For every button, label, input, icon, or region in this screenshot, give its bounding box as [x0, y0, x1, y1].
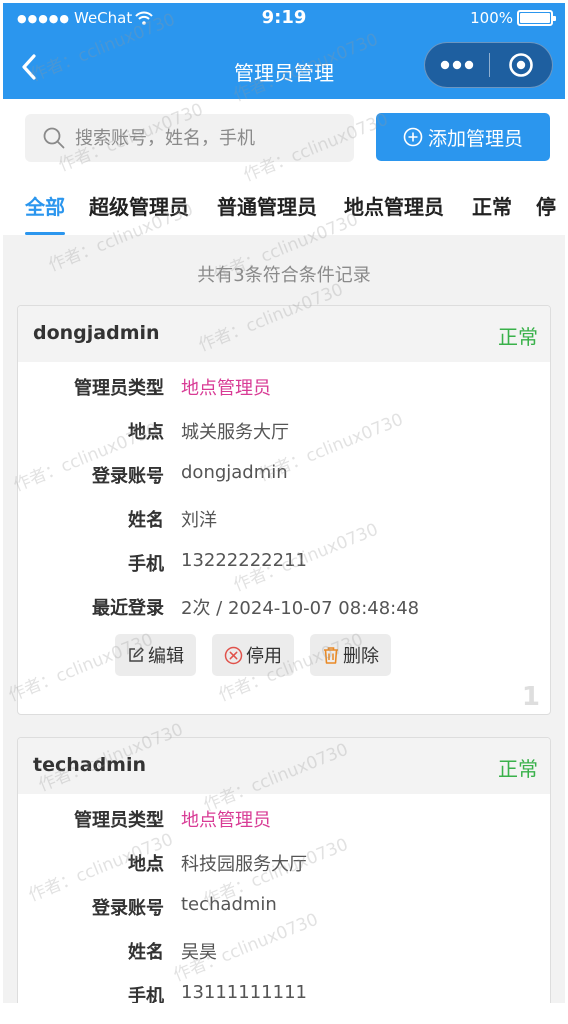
colon: ： — [151, 554, 169, 575]
edit-button[interactable]: 编辑 — [115, 634, 196, 676]
disable-button[interactable]: 停用 — [212, 634, 294, 676]
phone-value: 13222222211 — [181, 550, 307, 571]
row-type: 管理员类型 ： 地点管理员 — [18, 806, 550, 834]
row-phone: 手机 ： 13111111111 — [18, 982, 550, 1003]
tab-normal-status[interactable]: 正常 — [472, 191, 512, 235]
add-admin-label: 添加管理员 — [427, 127, 523, 150]
card-header: techadmin 正常 — [18, 738, 550, 794]
row-location: 地点 ： 城关服务大厅 — [18, 418, 550, 446]
colon: ： — [151, 510, 169, 531]
name-value: 吴昊 — [181, 942, 217, 963]
type-value: 地点管理员 — [181, 378, 271, 399]
status-bar: ●●●●● WeChat 9:19 100% — [3, 3, 565, 35]
more-button[interactable] — [425, 43, 489, 87]
record-index: 1 — [521, 682, 540, 712]
tab-all[interactable]: 全部 — [25, 191, 65, 235]
location-value: 城关服务大厅 — [181, 422, 289, 443]
colon: ： — [151, 598, 169, 619]
record-count: 共有3条符合条件记录 — [197, 265, 371, 286]
close-circle-icon — [224, 646, 243, 664]
edit-label: 编辑 — [148, 646, 184, 667]
delete-button[interactable]: 删除 — [310, 634, 391, 676]
account-value: techadmin — [181, 894, 277, 915]
trash-icon — [324, 646, 338, 664]
colon: ： — [151, 466, 169, 487]
row-account: 登录账号 ： dongjadmin — [18, 462, 550, 490]
close-mini-program-button[interactable] — [490, 43, 552, 87]
status-badge: 正常 — [498, 757, 538, 781]
type-value: 地点管理员 — [181, 810, 271, 831]
name-value: 刘洋 — [181, 510, 217, 531]
last-login-value: 2次 / 2024-10-07 08:48:48 — [181, 598, 420, 619]
battery-icon — [517, 10, 556, 26]
tab-location-admin[interactable]: 地点管理员 — [344, 191, 444, 235]
card-header: dongjadmin 正常 — [18, 306, 550, 362]
row-name: 姓名 ： 吴昊 — [18, 938, 550, 966]
card-actions: 编辑 停用 删除 — [115, 634, 407, 676]
plus-circle-icon — [403, 127, 423, 147]
colon: ： — [151, 378, 169, 399]
search-icon — [43, 127, 65, 149]
battery-percent: 100% — [470, 9, 513, 27]
tab-disabled-status[interactable]: 停 — [536, 191, 556, 235]
more-dots-icon — [440, 60, 474, 70]
row-name: 姓名 ： 刘洋 — [18, 506, 550, 534]
card-username: techadmin — [33, 754, 147, 776]
search-box[interactable] — [25, 114, 354, 162]
mini-program-capsule — [424, 42, 553, 88]
row-type: 管理员类型 ： 地点管理员 — [18, 374, 550, 402]
admin-card: dongjadmin 正常 管理员类型 ： 地点管理员 地点 ： 城关服务大厅 … — [17, 305, 551, 715]
card-username: dongjadmin — [33, 322, 160, 344]
colon: ： — [151, 986, 169, 1003]
phone-screen: ●●●●● WeChat 9:19 100% 管理员管理 搜索账号，姓名，手机 … — [3, 3, 565, 1003]
disable-label: 停用 — [246, 646, 282, 667]
colon: ： — [151, 942, 169, 963]
phone-value: 13111111111 — [181, 982, 307, 1003]
delete-label: 删除 — [343, 646, 379, 667]
status-badge: 正常 — [498, 325, 538, 349]
target-close-icon — [509, 53, 533, 77]
search-input[interactable] — [75, 127, 335, 149]
account-value: dongjadmin — [181, 462, 288, 483]
search-area: 添加管理员 全部 超级管理员 普通管理员 地点管理员 正常 停 — [3, 99, 565, 235]
colon: ： — [151, 854, 169, 875]
edit-icon — [129, 647, 144, 662]
tab-super-admin[interactable]: 超级管理员 — [89, 191, 189, 235]
add-admin-button[interactable]: 添加管理员 — [376, 113, 550, 161]
nav-bar: 管理员管理 — [3, 39, 565, 95]
admin-card: techadmin 正常 管理员类型 ： 地点管理员 地点 ： 科技园服务大厅 … — [17, 737, 551, 1003]
row-location: 地点 ： 科技园服务大厅 — [18, 850, 550, 878]
row-last-login: 最近登录 ： 2次 / 2024-10-07 08:48:48 — [18, 594, 550, 622]
location-value: 科技园服务大厅 — [181, 854, 307, 875]
colon: ： — [151, 810, 169, 831]
colon: ： — [151, 422, 169, 443]
tab-normal-admin[interactable]: 普通管理员 — [217, 191, 317, 235]
row-phone: 手机 ： 13222222211 — [18, 550, 550, 578]
header: ●●●●● WeChat 9:19 100% 管理员管理 — [3, 3, 565, 99]
row-account: 登录账号 ： techadmin — [18, 894, 550, 922]
colon: ： — [151, 898, 169, 919]
